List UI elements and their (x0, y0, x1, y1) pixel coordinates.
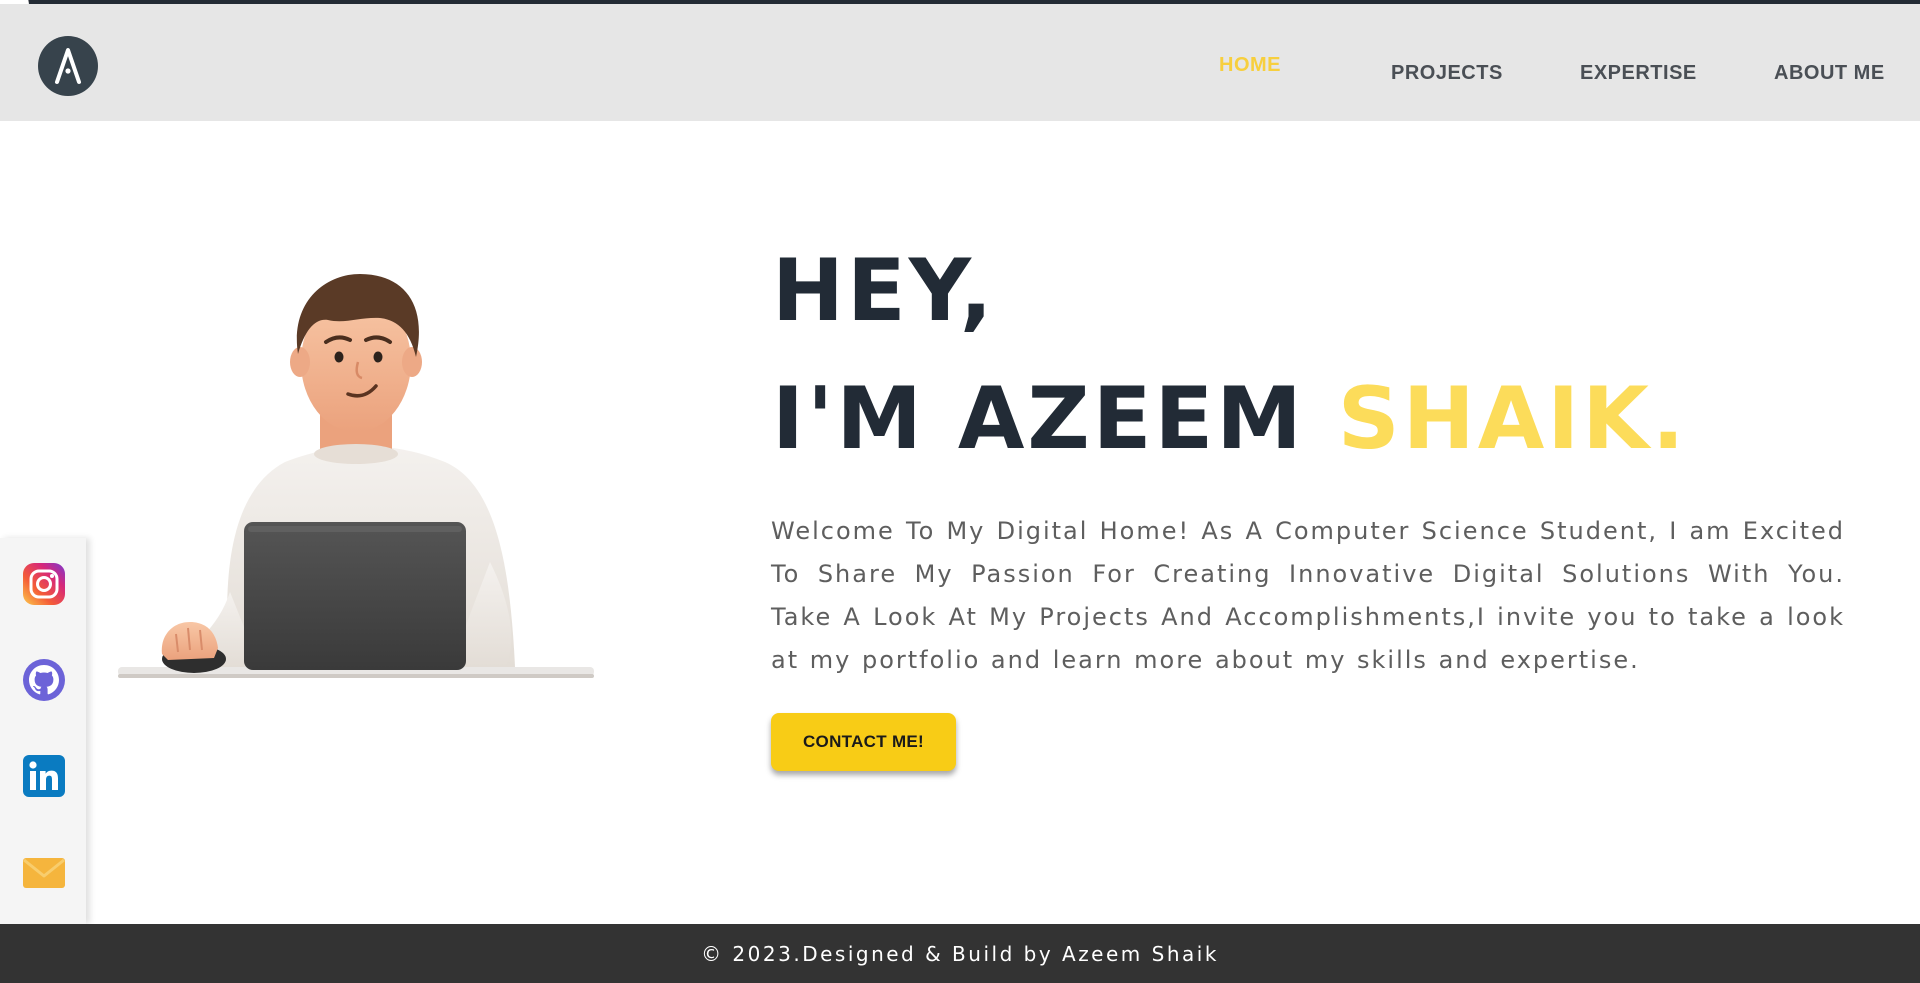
nav-about-me[interactable]: ABOUT ME (1774, 62, 1885, 85)
social-sidebar (0, 538, 86, 924)
nav-projects[interactable]: PROJECTS (1391, 62, 1503, 85)
navbar: HOME PROJECTS EXPERTISE ABOUT ME (0, 4, 1920, 121)
footer: © 2023.Designed & Build by Azeem Shaik (0, 924, 1920, 983)
hero-name: I'M AZEEM SHAIK. (772, 376, 1688, 462)
linkedin-icon[interactable] (22, 754, 66, 798)
mail-icon[interactable] (22, 850, 66, 894)
hero-name-prefix: I'M AZEEM (772, 369, 1338, 469)
nav-expertise[interactable]: EXPERTISE (1580, 62, 1697, 85)
logo-a-icon (55, 48, 81, 84)
contact-me-button[interactable]: CONTACT ME! (771, 713, 956, 771)
hero-name-accent: SHAIK. (1337, 369, 1688, 469)
github-icon[interactable] (22, 658, 66, 702)
instagram-icon[interactable] (22, 562, 66, 606)
hero-greeting: HEY, (772, 241, 996, 341)
footer-copyright: © 2023.Designed & Build by Azeem Shaik (701, 941, 1219, 966)
nav-home[interactable]: HOME (1219, 54, 1281, 77)
logo[interactable] (38, 36, 98, 96)
hero-intro: Welcome To My Digital Home! As A Compute… (771, 517, 1845, 674)
person-laptop-illustration (118, 274, 594, 678)
